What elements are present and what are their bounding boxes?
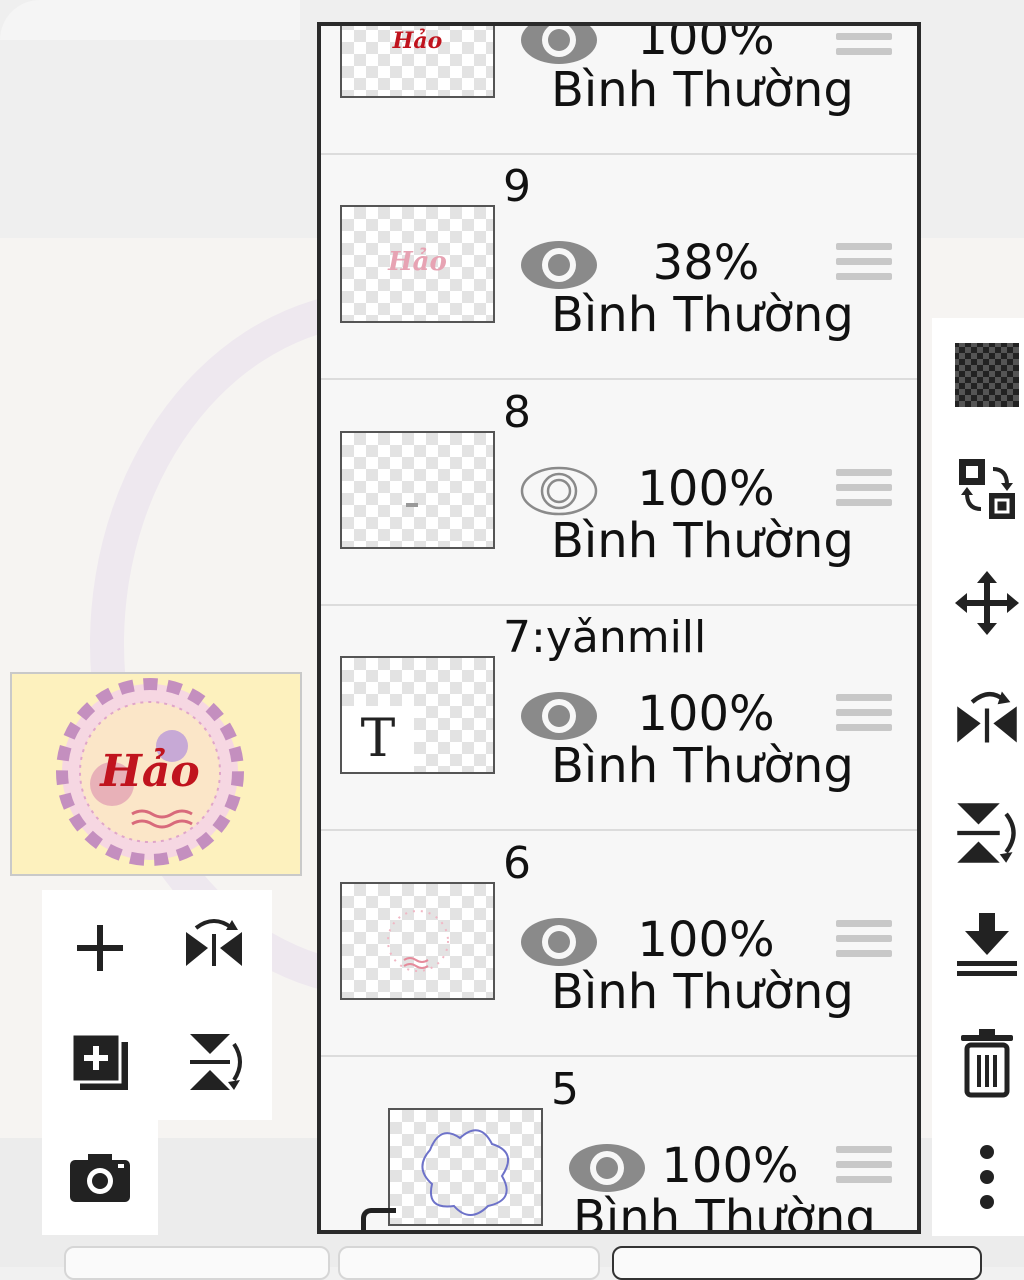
camera-icon bbox=[70, 1154, 130, 1202]
layer-row[interactable]: 8 100% Bình Thường bbox=[321, 381, 917, 606]
blend-mode[interactable]: Bình Thường bbox=[551, 513, 871, 569]
layer-thumbnail bbox=[388, 1108, 543, 1226]
bottom-tab-2[interactable] bbox=[338, 1246, 600, 1280]
text-layer-icon: T bbox=[342, 706, 414, 772]
flip-vertical-button[interactable] bbox=[178, 1026, 250, 1098]
merge-down-button[interactable] bbox=[950, 908, 1024, 982]
bottom-tab-3[interactable] bbox=[612, 1246, 982, 1280]
layer-panel: Hảo 100% Bình Thường Hảo 9 38% Bình Thườ… bbox=[317, 22, 921, 1234]
layer-thumbnail-art bbox=[421, 1129, 510, 1216]
add-layer-button[interactable] bbox=[64, 1026, 136, 1098]
layer-opacity[interactable]: 100% bbox=[621, 910, 791, 970]
blend-mode[interactable]: Bình Thường bbox=[573, 1190, 893, 1230]
layer-thumbnail bbox=[340, 431, 495, 549]
add-button[interactable] bbox=[64, 912, 136, 984]
drag-handle-icon[interactable] bbox=[836, 243, 892, 289]
camera-button[interactable] bbox=[64, 1142, 136, 1214]
blend-mode[interactable]: Bình Thường bbox=[551, 738, 871, 794]
layer-thumbnail-art bbox=[387, 910, 449, 972]
layer-name: 7:yǎnmill bbox=[503, 612, 707, 663]
flip-vertical-icon bbox=[190, 1034, 242, 1090]
layer-row[interactable]: T 7:yǎnmill 100% Bình Thường bbox=[321, 606, 917, 831]
swap-layer-icon bbox=[959, 459, 1015, 519]
more-button[interactable] bbox=[950, 1140, 1024, 1214]
more-icon bbox=[980, 1145, 994, 1209]
blend-mode[interactable]: Bình Thường bbox=[551, 62, 871, 118]
layer-opacity[interactable]: 100% bbox=[645, 1136, 815, 1196]
drag-handle-icon[interactable] bbox=[836, 469, 892, 515]
flip-vertical-icon bbox=[957, 803, 1016, 863]
flip-vertical-button-right[interactable] bbox=[950, 796, 1024, 870]
drag-handle-icon[interactable] bbox=[836, 694, 892, 740]
flip-horizontal-button[interactable] bbox=[178, 912, 250, 984]
bottom-tab-1[interactable] bbox=[64, 1246, 330, 1280]
add-layer-icon bbox=[70, 1032, 128, 1090]
navigator-artwork: Hảo bbox=[56, 678, 244, 866]
visibility-eye-icon[interactable] bbox=[519, 235, 599, 295]
visibility-eye-icon[interactable] bbox=[519, 686, 599, 746]
navigator-preview[interactable]: Hảo bbox=[10, 672, 302, 876]
layer-thumbnail-text: Hảo bbox=[388, 247, 447, 277]
delete-button[interactable] bbox=[950, 1026, 1024, 1100]
trash-icon bbox=[961, 1029, 1013, 1098]
layer-name: 5 bbox=[551, 1064, 579, 1115]
layer-thumbnail bbox=[340, 882, 495, 1000]
plus-icon bbox=[77, 925, 123, 971]
navigator-artwork-text: Hảo bbox=[98, 746, 199, 797]
layer-row[interactable]: 5 100% Bình Thường bbox=[321, 1058, 917, 1230]
visibility-eye-off-icon[interactable] bbox=[519, 461, 599, 521]
flip-horizontal-button-right[interactable] bbox=[950, 680, 1024, 754]
move-button[interactable] bbox=[950, 566, 1024, 640]
window-corner bbox=[0, 0, 300, 40]
layer-name: 6 bbox=[503, 838, 531, 889]
swap-layer-button[interactable] bbox=[950, 452, 1024, 526]
layer-opacity[interactable]: 100% bbox=[621, 459, 791, 519]
visibility-eye-icon[interactable] bbox=[567, 1138, 647, 1198]
layer-name: 8 bbox=[503, 387, 531, 438]
layer-thumbnail: T bbox=[340, 656, 495, 774]
transparency-button[interactable] bbox=[950, 338, 1024, 412]
drag-handle-icon[interactable] bbox=[836, 920, 892, 966]
layer-thumbnail: Hảo bbox=[340, 26, 495, 98]
clipping-group-bracket bbox=[361, 1208, 396, 1230]
blend-mode[interactable]: Bình Thường bbox=[551, 287, 871, 343]
layer-opacity[interactable]: 100% bbox=[621, 684, 791, 744]
layer-thumbnail-text: Hảo bbox=[392, 28, 443, 54]
layer-row[interactable]: Hảo 9 38% Bình Thường bbox=[321, 155, 917, 380]
layer-thumbnail: Hảo bbox=[340, 205, 495, 323]
drag-handle-icon[interactable] bbox=[836, 1146, 892, 1192]
layer-row[interactable]: 6 100% Bình Thường bbox=[321, 832, 917, 1057]
checkerboard-icon bbox=[955, 343, 1019, 407]
drag-handle-icon[interactable] bbox=[836, 26, 892, 64]
layer-thumbnail-mark bbox=[406, 503, 418, 507]
merge-down-icon bbox=[957, 913, 1017, 976]
layer-row[interactable]: Hảo 100% Bình Thường bbox=[321, 26, 917, 155]
layer-name: 9 bbox=[503, 161, 531, 212]
move-icon bbox=[955, 571, 1019, 635]
blend-mode[interactable]: Bình Thường bbox=[551, 964, 871, 1020]
visibility-eye-icon[interactable] bbox=[519, 912, 599, 972]
layer-opacity[interactable]: 38% bbox=[621, 233, 791, 293]
flip-horizontal-icon bbox=[957, 691, 1017, 743]
flip-horizontal-icon bbox=[186, 919, 242, 966]
